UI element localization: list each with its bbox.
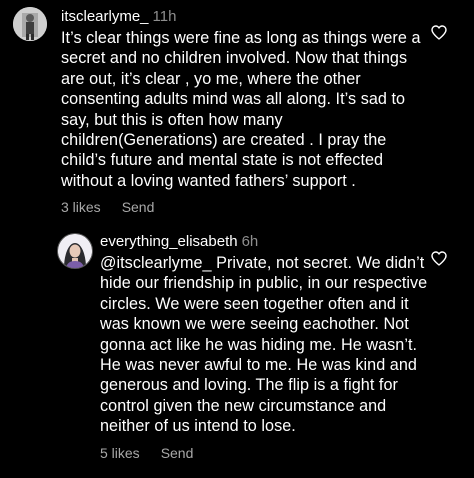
- comment-header: itsclearlyme_ 11h: [61, 7, 431, 27]
- username[interactable]: everything_elisabeth: [100, 233, 238, 250]
- comment-actions: 5 likes Send: [100, 445, 432, 461]
- heart-outline-icon[interactable]: [431, 251, 447, 266]
- send-button[interactable]: Send: [161, 445, 194, 461]
- comment-text: It’s clear things were fine as long as t…: [61, 29, 421, 190]
- comment-actions: 3 likes Send: [61, 199, 431, 215]
- timestamp: 11h: [152, 8, 177, 25]
- send-button[interactable]: Send: [122, 199, 155, 215]
- avatar[interactable]: [13, 7, 47, 41]
- comment: itsclearlyme_ 11h It’s clear things were …: [61, 7, 431, 215]
- comment-text: @itsclearlyme_ Private, not secret. We d…: [100, 254, 428, 436]
- timestamp: 6h: [241, 233, 259, 250]
- avatar[interactable]: [57, 233, 93, 269]
- username[interactable]: itsclearlyme_: [61, 8, 149, 25]
- likes-count[interactable]: 3 likes: [61, 199, 101, 215]
- comment-header: everything_elisabeth 6h: [100, 232, 432, 252]
- heart-outline-icon[interactable]: [431, 25, 447, 40]
- likes-count[interactable]: 5 likes: [100, 445, 140, 461]
- reply-comment: everything_elisabeth 6h @itsclearlyme_ Pr…: [100, 232, 432, 461]
